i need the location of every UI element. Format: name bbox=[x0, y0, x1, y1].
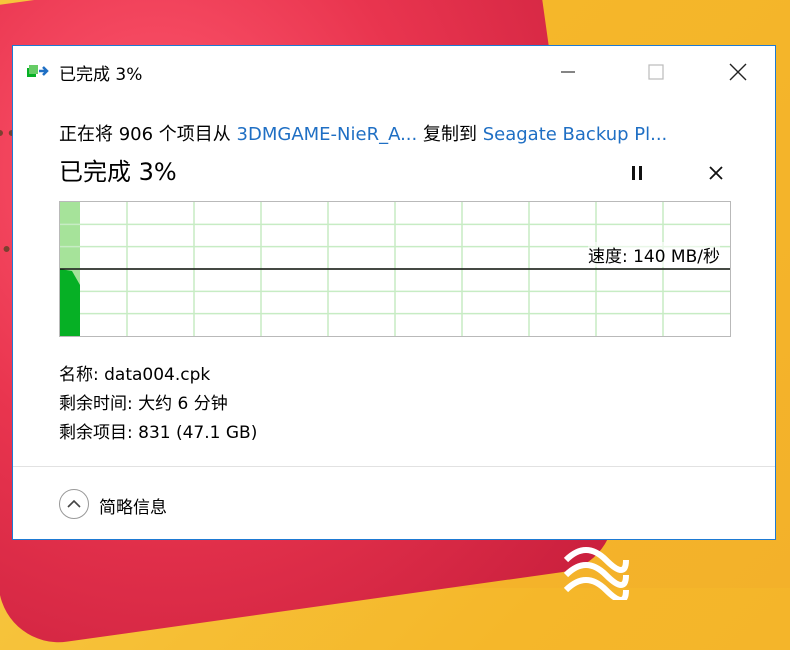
window-title: 已完成 3% bbox=[59, 65, 143, 85]
pause-button[interactable] bbox=[625, 160, 649, 186]
progress-title: 已完成 3% bbox=[59, 158, 177, 186]
chevron-up-icon bbox=[67, 499, 81, 508]
source-folder-link[interactable]: 3DMGAME-NieR_A... bbox=[237, 124, 418, 145]
cancel-close-icon bbox=[709, 166, 723, 180]
speed-label: 速度: 140 MB/秒 bbox=[587, 242, 720, 267]
close-button[interactable] bbox=[715, 50, 761, 94]
copy-progress-dialog: 已完成 3% 正在将 906 个项目从 3DMGAME-NieR_A... 复制… bbox=[12, 45, 776, 540]
less-details-label[interactable]: 简略信息 bbox=[99, 493, 167, 518]
dialog-footer: 简略信息 bbox=[13, 466, 775, 541]
title-bar[interactable]: 已完成 3% bbox=[13, 46, 775, 98]
copy-prefix: 正在将 906 个项目从 bbox=[59, 124, 237, 145]
copy-description: 正在将 906 个项目从 3DMGAME-NieR_A... 复制到 Seaga… bbox=[59, 120, 667, 146]
pause-icon bbox=[632, 166, 642, 180]
close-icon bbox=[729, 63, 747, 81]
minimize-button[interactable] bbox=[545, 50, 591, 94]
file-name-line: 名称: data004.cpk bbox=[59, 365, 211, 385]
copy-middle: 复制到 bbox=[417, 124, 483, 145]
time-remaining-line: 剩余时间: 大约 6 分钟 bbox=[59, 394, 228, 414]
items-remaining-line: 剩余项目: 831 (47.1 GB) bbox=[59, 423, 258, 443]
speed-graph-canvas bbox=[60, 202, 730, 336]
destination-folder-link[interactable]: Seagate Backup Pl... bbox=[483, 124, 668, 145]
minimize-icon bbox=[561, 71, 575, 73]
transfer-speed-graph: 速度: 140 MB/秒 bbox=[59, 201, 731, 337]
copy-file-icon bbox=[27, 65, 49, 77]
maximize-button[interactable] bbox=[633, 50, 679, 94]
less-details-toggle[interactable] bbox=[59, 489, 89, 519]
maximize-icon bbox=[648, 64, 664, 80]
cancel-button[interactable] bbox=[703, 160, 729, 186]
